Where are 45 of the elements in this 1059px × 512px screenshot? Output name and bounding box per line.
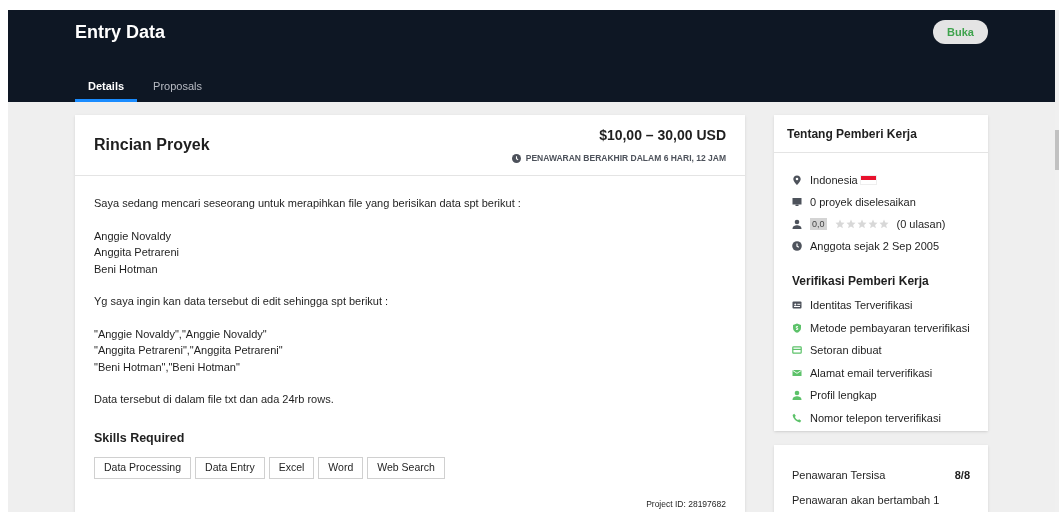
section-title: Skills Required [94,429,186,447]
star-icon [845,219,856,229]
skill-tag[interactable]: Data Entry [195,457,265,480]
monitor-icon [792,197,802,207]
verification-text: Alamat email terverifikasi [810,365,933,381]
clock-icon [511,154,521,163]
scrollbar[interactable] [1055,10,1059,512]
deadline-text: PENAWARAN BERAKHIR DALAM 6 HARI, 12 JAM [525,152,726,165]
description-paragraph: Saya sedang mencari seseorang untuk merapihkan file yang berisikan data spt berikut : [94,196,522,211]
skill-tag[interactable]: Excel [268,457,315,480]
verification-text: Identitas Terverifikasi [810,298,913,313]
verification-text: Profil lengkap [810,388,877,403]
bids-note: Penawaran akan bertambah 1 [792,492,941,508]
tab[interactable]: Proposals [140,74,215,102]
bids-label: Penawaran Tersisa [792,468,886,484]
review-count: (0 ulasan) [896,216,946,232]
description-paragraph: Yg saya ingin kan data tersebut di edit sehingga spt berikut : [94,294,390,309]
star-icon [834,219,845,229]
budget-text: $10,00 – 30,00 USD [599,126,726,146]
skill-tag[interactable]: Web Search [367,457,445,480]
info-text: Anggota sejak 2 Sep 2005 [810,238,940,254]
verification-text: Metode pembayaran terverifikasi [810,320,970,336]
verification-text: Setoran dibuat [810,343,882,358]
country-text: Indonesia [810,172,858,188]
verification-text: Nomor telepon terverifikasi [810,410,941,426]
card-title: Tentang Pemberi Kerja [787,125,917,143]
skill-tag[interactable]: Word [318,457,364,480]
skill-tag[interactable]: Data Processing [94,457,192,480]
person-icon [792,219,802,229]
description-paragraph: Data tersebut di dalam file txt dan ada 24rb rows. [94,392,335,407]
page-title: Entry Data [75,20,166,44]
star-icon [867,219,878,229]
flag-icon [859,175,877,185]
card-title: Rincian Proyek [94,135,210,155]
star-icon [878,219,889,229]
description-paragraph: "Anggie Novaldy","Anggie Novaldy" "Anggita Petrareni","Anggita Petrareni" "Beni Hotman","Beni Hotman" [94,326,284,375]
bids-value: 8/8 [954,468,970,484]
description-paragraph: Anggie Novaldy Anggita Petrareni Beni Hotman [94,228,180,277]
star-icon [856,219,867,229]
clock-icon [792,241,802,251]
info-text: 0 proyek diselesaikan [810,194,916,210]
pin-icon [792,175,802,185]
section-title: Verifikasi Pemberi Kerja [792,273,930,290]
project-id: Project ID: 28197682 [646,498,726,511]
rating-score: 0,0 [810,218,827,230]
